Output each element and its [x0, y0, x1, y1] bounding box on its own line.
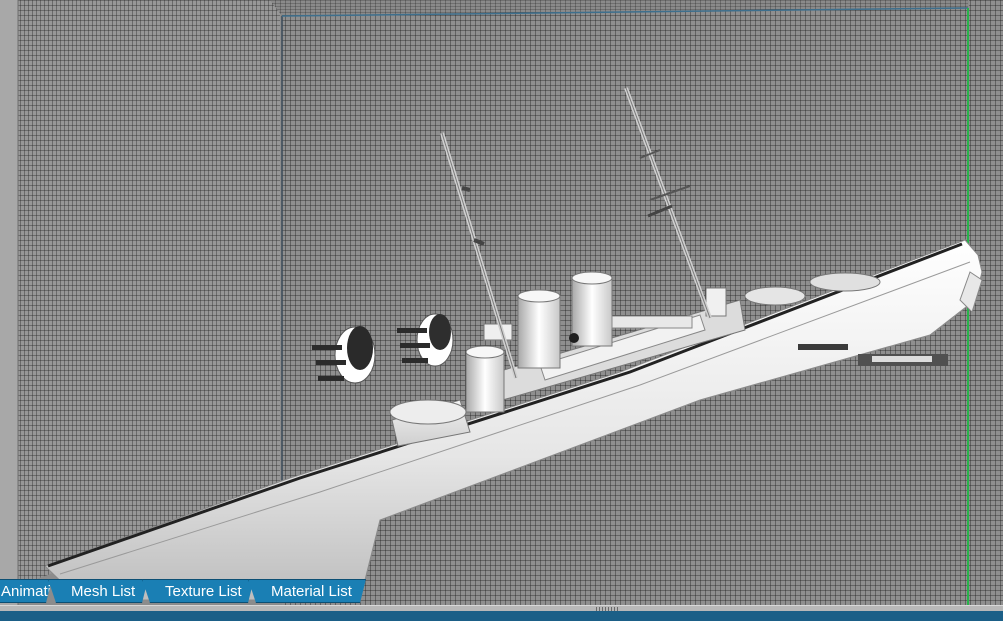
bottom-tab-bar: Animation List Mesh List Texture List Ma…	[0, 579, 380, 605]
tab-mesh-list[interactable]: Mesh List	[48, 579, 148, 603]
3d-viewport[interactable]	[0, 0, 1003, 606]
tab-animation-list[interactable]: Animation List	[0, 579, 52, 603]
tab-material-list[interactable]: Material List	[248, 579, 366, 603]
scene-render[interactable]	[0, 0, 1003, 606]
status-bar	[0, 611, 1003, 621]
tab-texture-list[interactable]: Texture List	[142, 579, 254, 603]
